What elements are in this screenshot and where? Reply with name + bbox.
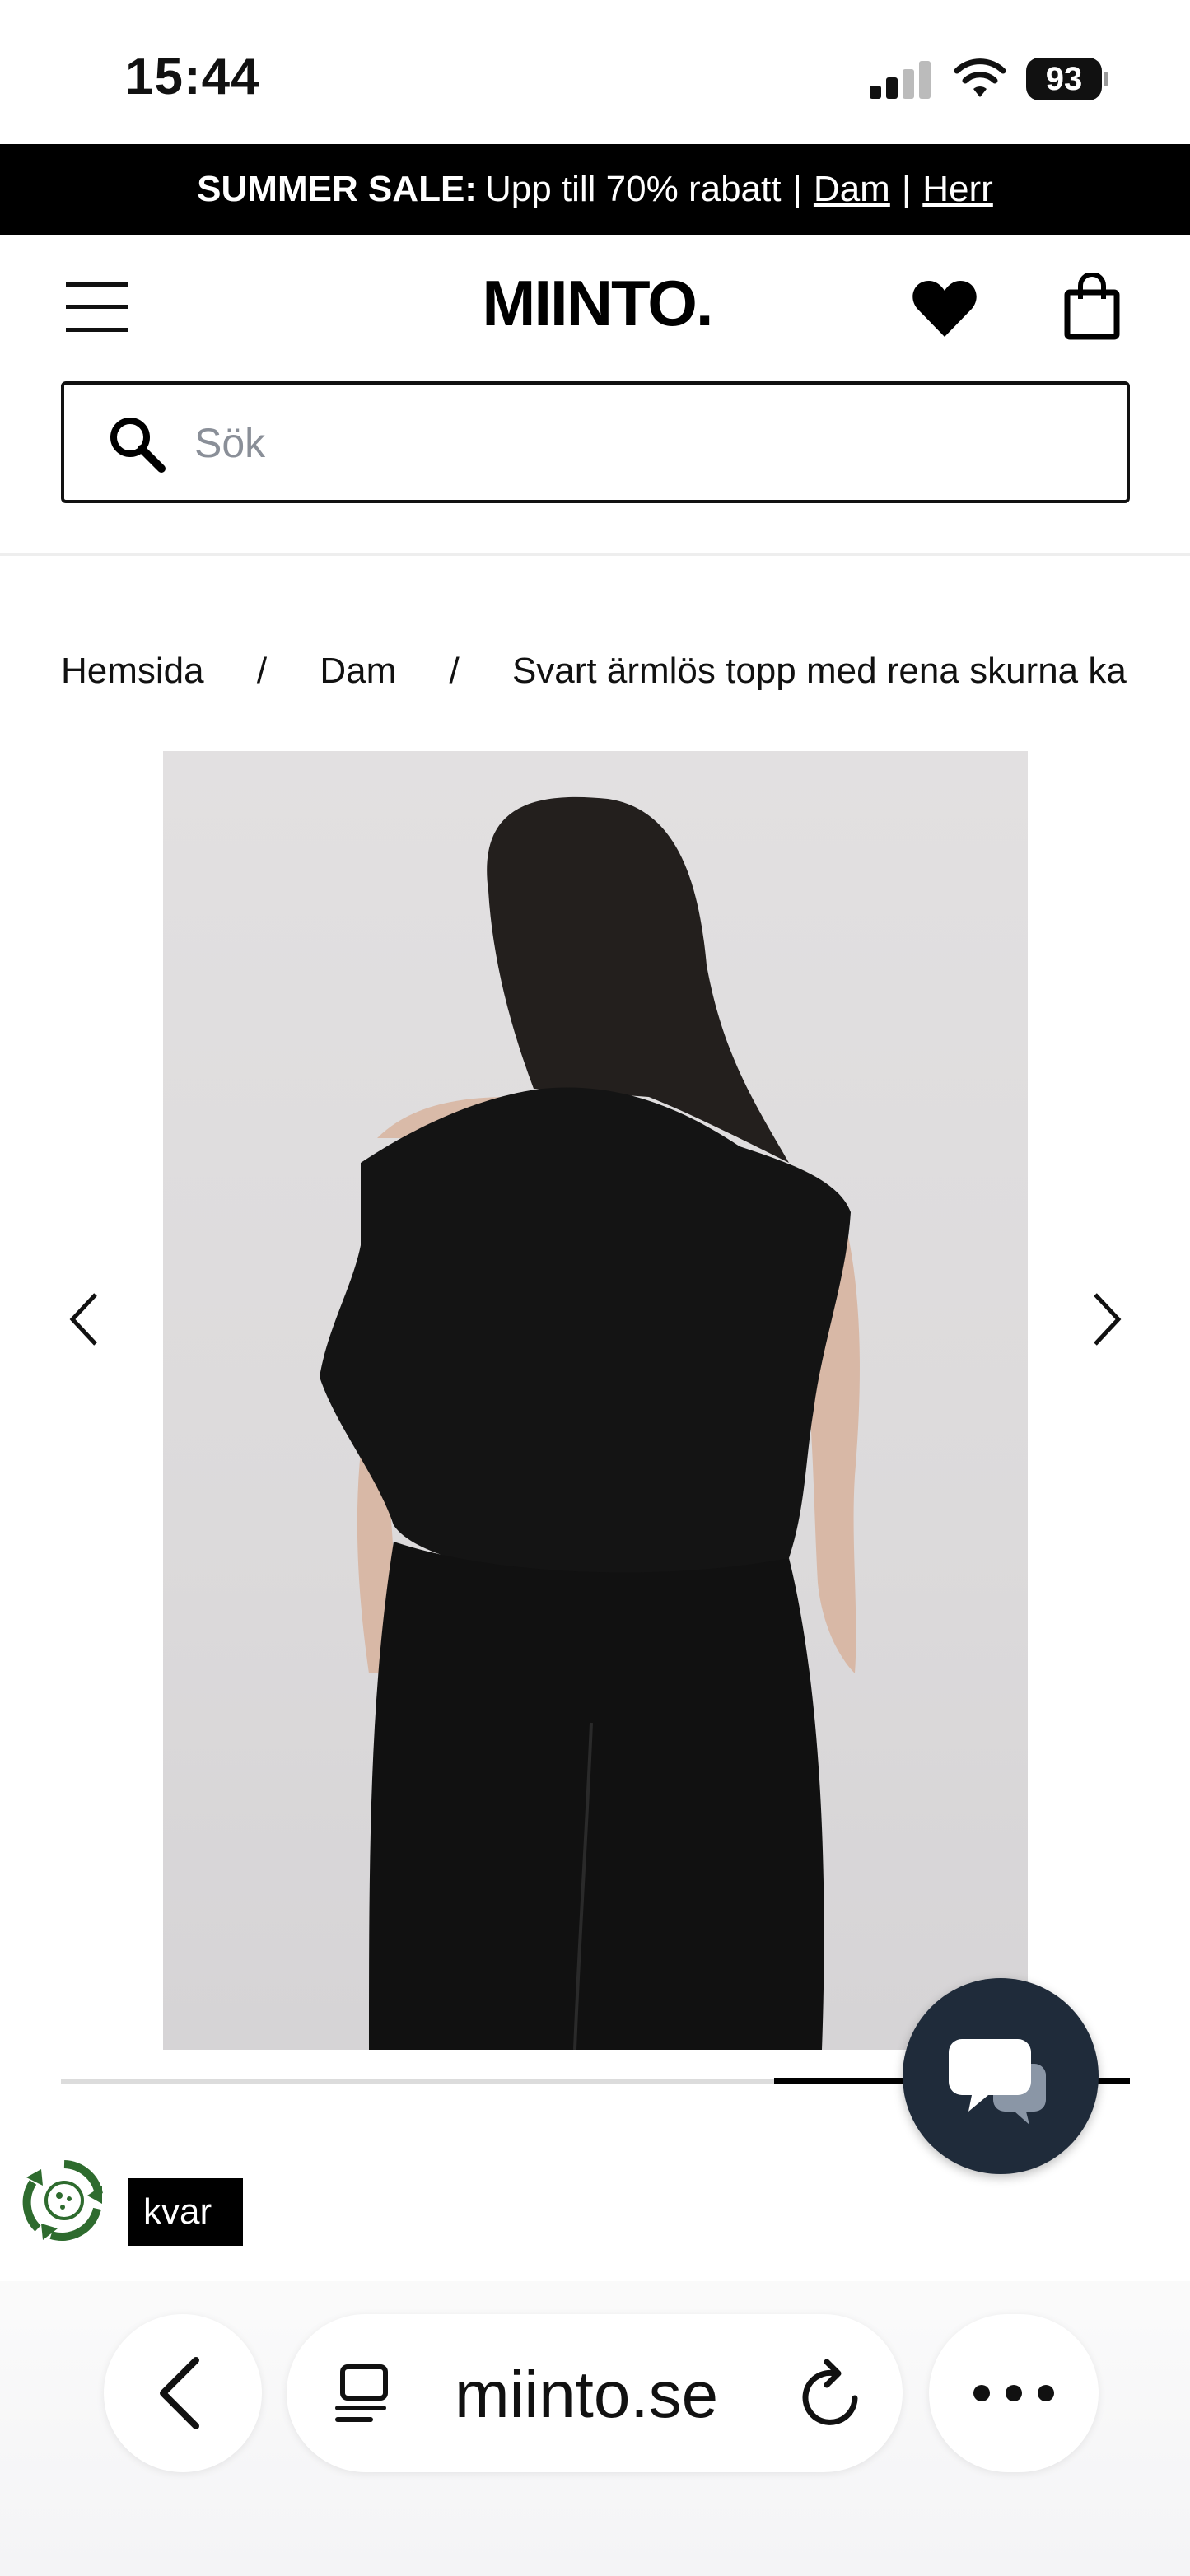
breadcrumb-home[interactable]: Hemsida [61,651,204,692]
promo-label: SUMMER SALE: [197,169,477,209]
header-divider [0,553,1190,556]
browser-toolbar: miinto.se [0,2281,1190,2576]
status-time: 15:44 [125,49,260,105]
product-photo [320,796,860,2050]
back-chevron-icon [160,2357,199,2429]
ellipsis-icon [973,2385,1054,2401]
previous-image-arrow-icon[interactable] [59,1286,109,1352]
miinto-logo[interactable]: MIINTO. [461,266,733,341]
search-input[interactable] [194,408,1084,478]
reader-mode-icon[interactable] [334,2362,397,2428]
recycle-badge-icon[interactable] [21,2158,107,2243]
battery-icon: 93 [1026,58,1108,100]
heart-icon[interactable] [911,278,978,340]
promo-banner: SUMMER SALE: Upp till 70% rabatt | Dam |… [0,144,1190,235]
shopping-bag-icon[interactable] [1064,273,1120,340]
url-text[interactable]: miinto.se [455,2357,718,2433]
promo-text: Upp till 70% rabatt [484,169,782,209]
search-icon [110,418,166,473]
browser-back-button[interactable] [104,2314,262,2472]
promo-link-herr[interactable]: Herr [922,169,993,210]
stock-label: kvar [128,2178,244,2246]
chat-bubbles-icon [949,2039,1046,2125]
site-header: MIINTO. [0,235,1190,379]
product-image[interactable] [163,751,1028,2050]
cellular-signal-icon [870,59,932,99]
breadcrumb-current: Svart ärmlös topp med rena skurna ka [511,651,1127,692]
address-bar[interactable]: miinto.se [287,2314,903,2472]
chat-button[interactable] [903,1978,1099,2174]
breadcrumb: Hemsida / Dam / Svart ärmlös topp med re… [61,651,1127,692]
status-bar: 15:44 93 [0,0,1190,144]
search-bar[interactable] [61,381,1130,503]
breadcrumb-dam[interactable]: Dam [320,651,396,692]
wifi-icon [954,58,1006,97]
promo-link-dam[interactable]: Dam [814,169,890,210]
battery-level: 93 [1026,58,1102,100]
more-options-button[interactable] [929,2314,1099,2472]
menu-icon[interactable] [66,282,128,332]
reload-icon[interactable] [797,2359,865,2429]
next-image-arrow-icon[interactable] [1082,1286,1132,1352]
